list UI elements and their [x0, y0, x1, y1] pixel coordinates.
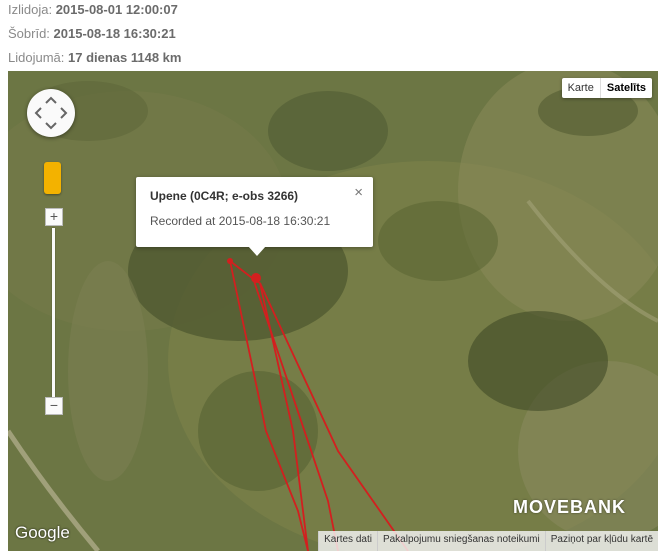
- flight-label: Lidojumā:: [8, 50, 65, 65]
- satellite-imagery: [8, 71, 658, 551]
- report-error-link[interactable]: Paziņot par kļūdu kartē: [544, 531, 658, 551]
- marker-info-popup: Upene (0C4R; e-obs 3266) Recorded at 201…: [136, 177, 373, 256]
- depart-row: Izlidoja: 2015-08-01 12:00:07: [8, 2, 178, 18]
- map-data-link[interactable]: Kartes dati: [318, 531, 377, 551]
- satellite-map[interactable]: Karte Satelīts + − Upene (0C4R; e-obs 32…: [8, 71, 658, 551]
- flight-row: Lidojumā: 17 dienas 1148 km: [8, 50, 181, 66]
- map-type-switcher: Karte Satelīts: [561, 78, 652, 98]
- zoom-control: + −: [45, 208, 63, 415]
- zoom-in-button[interactable]: +: [45, 208, 63, 226]
- popup-tail: [248, 246, 266, 256]
- current-position-marker[interactable]: [251, 273, 261, 283]
- zoom-slider-track[interactable]: [52, 228, 55, 398]
- map-footer: Kartes dati Pakalpojumu sniegšanas notei…: [318, 531, 658, 551]
- now-row: Šobrīd: 2015-08-18 16:30:21: [8, 26, 176, 42]
- popup-close-button[interactable]: ×: [354, 184, 363, 201]
- popup-title: Upene (0C4R; e-obs 3266): [150, 189, 299, 203]
- pan-arrows-icon: [34, 96, 68, 130]
- map-type-button[interactable]: Karte: [562, 78, 600, 98]
- flight-value: 17 dienas 1148 km: [68, 50, 182, 65]
- popup-recorded-time: Recorded at 2015-08-18 16:30:21: [150, 214, 331, 228]
- now-value: 2015-08-18 16:30:21: [53, 26, 176, 41]
- terms-link[interactable]: Pakalpojumu sniegšanas noteikumi: [376, 531, 545, 551]
- depart-value: 2015-08-01 12:00:07: [55, 2, 178, 17]
- depart-label: Izlidoja:: [8, 2, 53, 17]
- pan-control[interactable]: [27, 89, 75, 137]
- track-point: [227, 258, 233, 264]
- movebank-logo: MOVEBANK: [513, 497, 627, 517]
- now-label: Šobrīd:: [8, 26, 50, 41]
- satellite-type-button[interactable]: Satelīts: [599, 78, 652, 98]
- zoom-out-button[interactable]: −: [45, 397, 63, 415]
- street-view-pegman-icon[interactable]: [44, 162, 61, 194]
- google-logo[interactable]: Google: [15, 523, 70, 543]
